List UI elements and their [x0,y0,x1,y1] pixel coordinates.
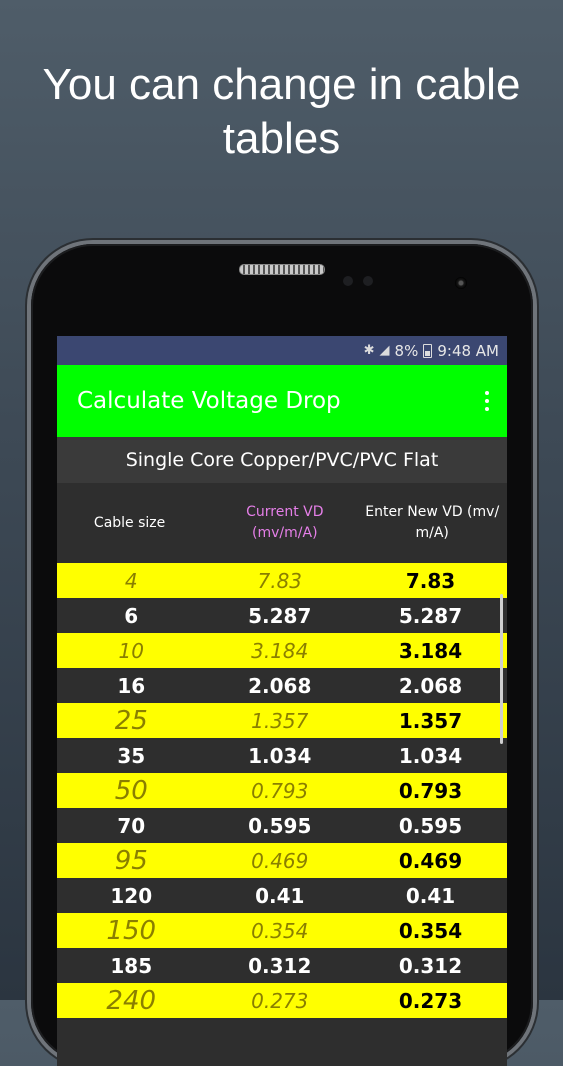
earpiece-speaker [239,264,325,275]
new-vd-input[interactable]: 0.354 [354,919,507,943]
table-row: 150 0.354 0.354 [57,913,507,948]
status-bar: ✱ ◢ 8% 9:48 AM [57,336,507,365]
cable-size-cell: 240 [106,985,157,1016]
current-vd-cell: 1.357 [251,708,309,733]
table-row: 240 0.273 0.273 [57,983,507,1018]
proximity-sensor [343,276,353,286]
cable-size-cell: 70 [117,813,146,838]
app-screen: ✱ ◢ 8% 9:48 AM Calculate Voltage Drop Si… [57,336,507,1066]
cable-size-cell: 35 [117,743,146,768]
table-row: 4 7.83 7.83 [57,563,507,598]
cable-size-cell: 95 [114,845,148,876]
phone-frame: ✱ ◢ 8% 9:48 AM Calculate Voltage Drop Si… [31,244,533,1066]
table-row: 95 0.469 0.469 [57,843,507,878]
new-vd-input[interactable]: 0.469 [354,849,507,873]
cable-size-cell: 50 [114,775,148,806]
status-time: 9:48 AM [437,341,499,360]
cable-size-cell: 185 [110,953,153,978]
new-vd-input[interactable]: 7.83 [354,569,507,593]
current-vd-cell: 0.41 [255,883,305,908]
table-header: Cable size Current VD (mv/m/A) Enter New… [57,483,507,563]
new-vd-input[interactable]: 0.41 [354,884,507,908]
promo-line-2: tables [222,114,341,163]
signal-icon: ◢ [379,343,390,358]
scrollbar[interactable] [500,594,503,744]
table-title: Single Core Copper/PVC/PVC Flat [57,437,507,483]
new-vd-input[interactable]: 3.184 [354,639,507,663]
current-vd-cell: 0.273 [251,988,309,1013]
new-vd-input[interactable]: 0.312 [354,954,507,978]
table-row: 70 0.595 0.595 [57,808,507,843]
app-title: Calculate Voltage Drop [77,388,341,414]
current-vd-cell: 7.83 [257,568,303,593]
current-vd-cell: 3.184 [251,638,309,663]
header-cable-size: Cable size [93,514,166,531]
table-row: 25 1.357 1.357 [57,703,507,738]
current-vd-cell: 1.034 [248,743,312,768]
cable-size-cell: 150 [106,915,157,946]
current-vd-cell: 5.287 [248,603,312,628]
front-camera [455,277,467,289]
new-vd-input[interactable]: 0.273 [354,989,507,1013]
new-vd-input[interactable]: 1.034 [354,744,507,768]
new-vd-input[interactable]: 5.287 [354,604,507,628]
battery-percent: 8% [394,341,419,360]
table-row: 185 0.312 0.312 [57,948,507,983]
cable-size-cell: 25 [114,705,148,736]
current-vd-cell: 2.068 [248,673,312,698]
cable-size-cell: 120 [110,883,153,908]
new-vd-input[interactable]: 0.595 [354,814,507,838]
table-row: 50 0.793 0.793 [57,773,507,808]
cable-size-cell: 16 [117,673,146,698]
table-body: 4 7.83 7.83 6 5.287 5.287 10 3.184 3.184 16 2.068 2… [57,563,507,1018]
current-vd-cell: 0.793 [251,778,309,803]
promo-caption: You can change in cable tables [0,58,563,166]
current-vd-cell: 0.354 [251,918,309,943]
current-vd-cell: 0.595 [248,813,312,838]
table-row: 6 5.287 5.287 [57,598,507,633]
cable-size-cell: 10 [118,638,144,663]
promo-line-1: You can change in cable [42,60,521,109]
light-sensor [363,276,373,286]
new-vd-input[interactable]: 1.357 [354,709,507,733]
table-row: 120 0.41 0.41 [57,878,507,913]
battery-icon [423,343,433,358]
cable-size-cell: 4 [124,568,138,593]
new-vd-input[interactable]: 0.793 [354,779,507,803]
new-vd-input[interactable]: 2.068 [354,674,507,698]
table-row: 16 2.068 2.068 [57,668,507,703]
header-current-vd: Current VD (mv/m/A) [246,504,324,541]
cable-size-cell: 6 [124,603,139,628]
table-row: 35 1.034 1.034 [57,738,507,773]
overflow-menu-icon[interactable] [481,387,493,415]
bluetooth-icon: ✱ [363,343,375,358]
current-vd-cell: 0.469 [251,848,309,873]
header-new-vd: Enter New VD (mv/ m/A) [365,504,500,541]
current-vd-cell: 0.312 [248,953,312,978]
table-row: 10 3.184 3.184 [57,633,507,668]
app-toolbar: Calculate Voltage Drop [57,365,507,437]
